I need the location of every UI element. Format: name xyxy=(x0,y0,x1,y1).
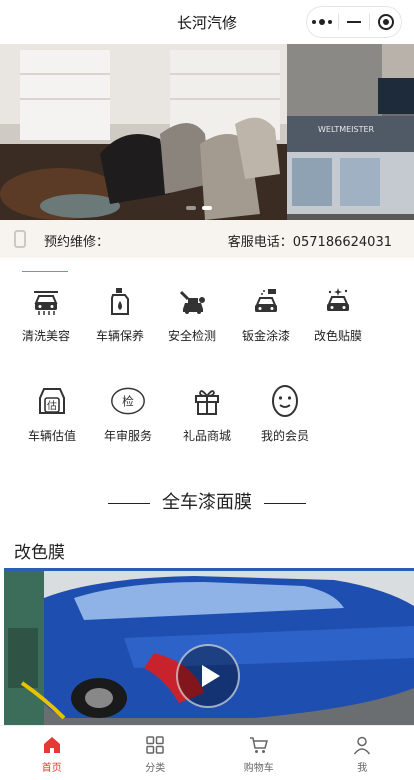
carousel-dot-active[interactable] xyxy=(202,206,212,210)
service-label: 我的会员 xyxy=(260,429,309,443)
inspection-icon xyxy=(174,283,210,319)
heading-divider-left xyxy=(108,502,150,504)
annual-inspection-icon: 检 xyxy=(110,383,146,419)
valuation-icon: 估 xyxy=(34,383,70,419)
play-button[interactable] xyxy=(176,644,240,708)
service-color-film[interactable]: 改色贴膜 xyxy=(302,283,374,344)
service-sheet-metal-paint[interactable]: 钣金涂漆 xyxy=(230,283,302,344)
banner-carousel[interactable]: WELTMEISTER xyxy=(0,44,414,220)
tab-label: 首页 xyxy=(41,763,62,774)
phone-icon xyxy=(14,230,26,248)
more-dots-icon xyxy=(312,19,333,25)
tab-cart[interactable]: 购物车 xyxy=(207,726,311,780)
section-title-text: 全车漆面膜 xyxy=(162,492,252,513)
store-sign-text: WELTMEISTER xyxy=(318,125,375,134)
minus-icon xyxy=(346,21,361,23)
active-indicator-line xyxy=(22,271,68,272)
category-grid-icon xyxy=(104,735,208,755)
services-grid-row-1: 清洗美容 车辆保养 安全检测 钣金涂漆 改色贴膜 xyxy=(0,283,414,363)
tab-label: 分类 xyxy=(145,763,166,774)
services-grid-row-2: 估 车辆估值 检 年审服务 礼品商城 我的会员 xyxy=(0,383,414,463)
spray-paint-icon xyxy=(248,283,284,319)
more-menu-button[interactable] xyxy=(307,7,338,37)
service-label: 礼品商城 xyxy=(182,429,231,443)
service-label: 安全检测 xyxy=(167,329,216,343)
section-heading: 全车漆面膜 xyxy=(0,488,414,514)
video-player[interactable] xyxy=(4,568,414,725)
play-icon xyxy=(201,665,220,687)
banner-image: WELTMEISTER xyxy=(0,44,414,220)
subsection-title: 改色膜 xyxy=(14,543,65,563)
tab-label: 购物车 xyxy=(243,763,274,774)
service-gift-mall[interactable]: 礼品商城 xyxy=(171,383,243,444)
user-icon xyxy=(311,735,414,755)
service-phone-link[interactable]: 客服电话：057186624031 xyxy=(228,231,392,250)
nav-header: 长河汽修 xyxy=(0,0,414,44)
service-label: 钣金涂漆 xyxy=(241,329,290,343)
service-label: 年审服务 xyxy=(103,429,152,443)
service-valuation[interactable]: 估 车辆估值 xyxy=(16,383,88,444)
oil-bottle-icon xyxy=(102,283,138,319)
tab-me[interactable]: 我 xyxy=(311,726,414,780)
tab-label: 我 xyxy=(357,763,368,774)
service-my-membership[interactable]: 我的会员 xyxy=(249,383,321,444)
car-wash-icon xyxy=(28,283,64,319)
carousel-indicator xyxy=(186,206,212,210)
miniprogram-capsule xyxy=(306,6,402,38)
reserve-repair-link[interactable]: 预约维修： xyxy=(44,231,109,250)
service-label: 车辆估值 xyxy=(27,429,76,443)
minimize-button[interactable] xyxy=(339,7,370,37)
gift-icon xyxy=(189,383,225,419)
home-icon xyxy=(0,735,104,755)
contact-bar: 预约维修： 客服电话：057186624031 xyxy=(0,220,414,258)
heading-divider-right xyxy=(264,502,306,504)
carousel-dot[interactable] xyxy=(186,206,196,210)
service-car-wash[interactable]: 清洗美容 xyxy=(10,283,82,344)
tab-category[interactable]: 分类 xyxy=(104,726,208,780)
target-close-icon xyxy=(377,14,394,30)
svg-text:检: 检 xyxy=(122,395,134,409)
bottom-tab-bar: 首页 分类 购物车 我 xyxy=(0,725,414,780)
close-miniprogram-button[interactable] xyxy=(370,7,401,37)
service-label: 改色贴膜 xyxy=(313,329,362,343)
service-label: 清洗美容 xyxy=(21,329,70,343)
service-maintenance[interactable]: 车辆保养 xyxy=(84,283,156,344)
car-film-icon xyxy=(320,283,356,319)
service-safety-check[interactable]: 安全检测 xyxy=(156,283,228,344)
cart-icon xyxy=(207,735,311,755)
service-annual-review[interactable]: 检 年审服务 xyxy=(92,383,164,444)
member-smile-icon xyxy=(267,383,303,419)
svg-text:估: 估 xyxy=(47,399,57,412)
service-label: 车辆保养 xyxy=(95,329,144,343)
tab-home[interactable]: 首页 xyxy=(0,726,104,780)
video-top-accent xyxy=(4,568,414,571)
